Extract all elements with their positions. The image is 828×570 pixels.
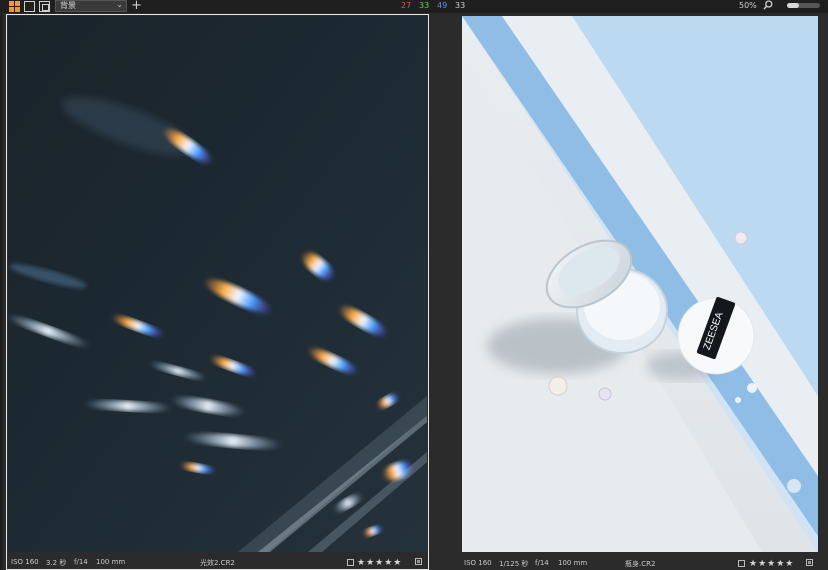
zoom-slider-fill bbox=[787, 3, 799, 8]
zoom-slider[interactable] bbox=[787, 3, 820, 8]
shutter-value: 1/125 秒 bbox=[499, 560, 529, 568]
file-name: 瓶身.CR2 bbox=[625, 560, 656, 568]
count-green[interactable]: 33 bbox=[419, 1, 429, 10]
viewer-left[interactable]: ISO 160 3.2 秒 f/14 100 mm 光效2.CR2 ★★★★★ bbox=[6, 14, 429, 570]
add-icon[interactable]: + bbox=[131, 0, 142, 13]
count-total[interactable]: 33 bbox=[455, 1, 465, 10]
compare-view-icon[interactable] bbox=[39, 1, 50, 12]
aperture-value: f/14 bbox=[535, 559, 549, 567]
aperture-value: f/14 bbox=[74, 558, 88, 566]
light-effects-image bbox=[8, 16, 427, 552]
left-edge-strip bbox=[0, 14, 3, 570]
variant-select[interactable]: 背景 ⌄ bbox=[55, 0, 127, 12]
single-view-icon[interactable] bbox=[24, 1, 35, 12]
focal-length-value: 100 mm bbox=[558, 559, 588, 567]
magnifier-icon[interactable] bbox=[763, 0, 773, 10]
photo-product: ZEESEA bbox=[462, 16, 818, 552]
zoom-level: 50% bbox=[739, 1, 757, 10]
product-image: ZEESEA bbox=[462, 16, 818, 552]
color-tag-icon[interactable] bbox=[415, 558, 422, 565]
grid-view-icon[interactable] bbox=[9, 1, 20, 12]
count-red[interactable]: 27 bbox=[401, 1, 411, 10]
select-checkbox[interactable] bbox=[347, 559, 354, 566]
iso-value: ISO 160 bbox=[464, 559, 492, 567]
color-tag-icon[interactable] bbox=[806, 559, 813, 566]
star-rating[interactable]: ★★★★★ bbox=[749, 559, 794, 569]
variant-select-label: 背景 bbox=[60, 1, 76, 10]
viewer-right-status: ISO 160 1/125 秒 f/14 100 mm 瓶身.CR2 ★★★★★ bbox=[460, 556, 820, 570]
top-toolbar: 背景 ⌄ + 27 33 49 33 50% bbox=[0, 0, 828, 13]
iso-value: ISO 160 bbox=[11, 558, 39, 566]
viewer-right[interactable]: ZEESEA ISO 160 1/125 秒 f/14 100 mm 瓶身.CR… bbox=[460, 14, 820, 570]
viewer-left-status: ISO 160 3.2 秒 f/14 100 mm 光效2.CR2 ★★★★★ bbox=[7, 555, 428, 569]
photo-light-effects bbox=[8, 16, 427, 552]
chevron-down-icon: ⌄ bbox=[116, 0, 123, 9]
file-name: 光效2.CR2 bbox=[200, 559, 235, 567]
shutter-value: 3.2 秒 bbox=[46, 559, 67, 567]
select-checkbox[interactable] bbox=[738, 560, 745, 567]
count-blue[interactable]: 49 bbox=[437, 1, 447, 10]
star-rating[interactable]: ★★★★★ bbox=[357, 558, 402, 568]
focal-length-value: 100 mm bbox=[96, 558, 126, 566]
